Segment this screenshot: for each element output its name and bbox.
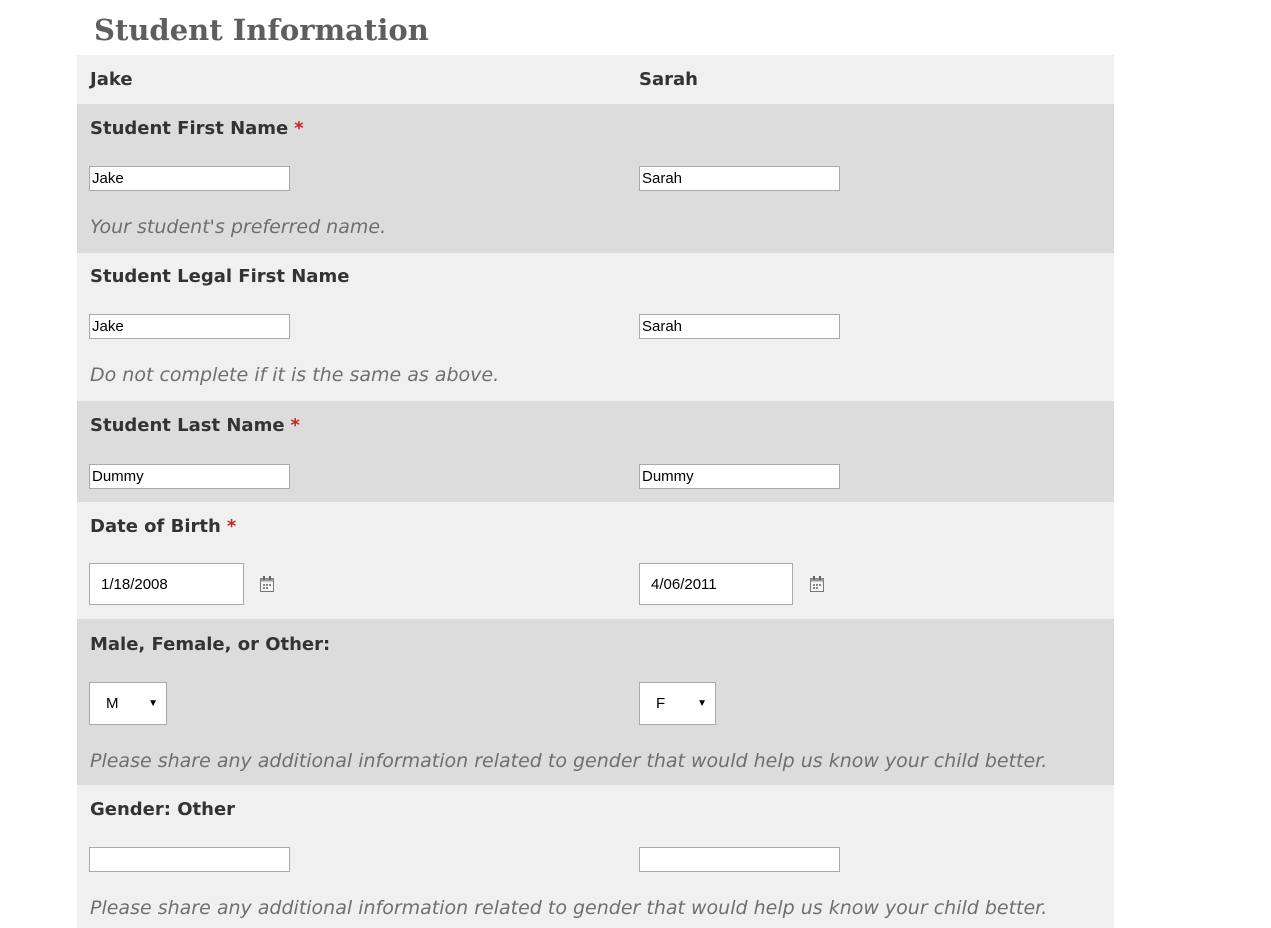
legal-first-name-label: Student Legal First Name (90, 266, 350, 287)
first-name-input-jake[interactable] (89, 166, 290, 191)
student-name-header: Jake (90, 69, 133, 90)
last-name-label-text: Student Last Name (90, 415, 285, 436)
student-header-row: Jake Sarah (77, 55, 1114, 104)
legal-first-name-row: Student Legal First Name Do not complete… (77, 253, 1114, 401)
last-name-row: Student Last Name * (77, 401, 1114, 502)
calendar-icon[interactable] (259, 575, 275, 593)
legal-first-name-input-jake[interactable] (89, 314, 290, 339)
chevron-down-icon: ▼ (148, 698, 158, 709)
gender-row: Male, Female, or Other: M ▼ F ▼ Please s… (77, 619, 1114, 785)
student-name-header: Sarah (639, 69, 698, 90)
gender-other-input-sarah[interactable] (639, 847, 840, 872)
first-name-label-text: Student First Name (90, 118, 289, 139)
gender-other-row: Gender: Other Please share any additiona… (77, 785, 1114, 928)
legal-first-name-input-sarah[interactable] (639, 314, 840, 339)
dob-label-text: Date of Birth (90, 516, 221, 537)
first-name-input-sarah[interactable] (639, 166, 840, 191)
first-name-help: Your student's preferred name. (90, 216, 387, 238)
dob-input-sarah[interactable] (639, 563, 793, 605)
gender-select-value: M (106, 695, 119, 712)
chevron-down-icon: ▼ (697, 698, 707, 709)
last-name-label: Student Last Name * (90, 414, 300, 438)
required-marker: * (294, 118, 304, 139)
gender-select-value: F (656, 695, 666, 712)
first-name-row: Student First Name* Your student's prefe… (77, 104, 1114, 253)
gender-select-jake[interactable]: M ▼ (89, 682, 167, 725)
dob-row: Date of Birth * (77, 502, 1114, 619)
legal-first-name-help: Do not complete if it is the same as abo… (90, 364, 500, 386)
gender-other-help: Please share any additional information … (90, 897, 1048, 919)
student-form: Jake Sarah Student First Name* Your stud… (77, 55, 1114, 928)
last-name-input-jake[interactable] (89, 464, 290, 489)
required-marker: * (290, 415, 300, 436)
gender-other-input-jake[interactable] (89, 847, 290, 872)
gender-other-label: Gender: Other (90, 799, 236, 820)
calendar-icon[interactable] (809, 575, 825, 593)
dob-label: Date of Birth * (90, 515, 236, 539)
gender-label: Male, Female, or Other: (90, 634, 331, 655)
required-marker: * (226, 516, 237, 537)
gender-help: Please share any additional information … (90, 750, 1048, 772)
last-name-input-sarah[interactable] (639, 464, 840, 489)
gender-select-sarah[interactable]: F ▼ (639, 682, 716, 725)
first-name-label: Student First Name * (90, 117, 304, 141)
page-title: Student Information (94, 13, 429, 47)
dob-input-jake[interactable] (89, 563, 244, 605)
